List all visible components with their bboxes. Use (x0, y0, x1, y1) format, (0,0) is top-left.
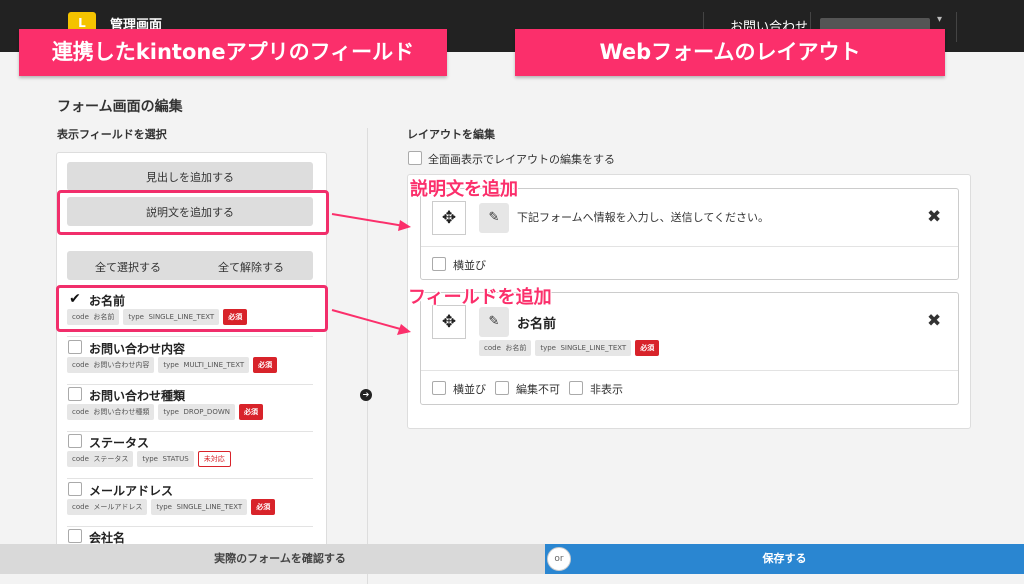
arrow-line (331, 309, 405, 331)
arrow-head (397, 324, 411, 335)
arrow-head (398, 220, 411, 231)
annotation-arrows (331, 213, 411, 335)
or-badge: or (547, 547, 571, 571)
save-button[interactable]: 保存する (545, 544, 1024, 574)
arrow-line (331, 213, 405, 227)
preview-form-button[interactable]: 実際のフォームを確認する (0, 544, 560, 574)
